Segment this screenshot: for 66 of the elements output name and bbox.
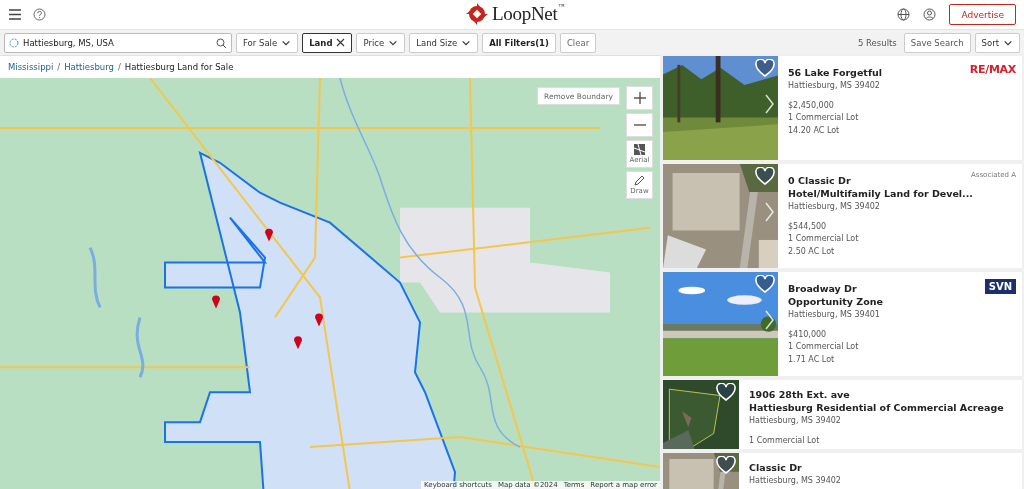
heart-icon[interactable] [716,456,736,474]
listing-address: Hattiesburg, MS 39402 [749,475,842,487]
listing-price: $544,500 [788,221,828,233]
zoom-out-button[interactable] [626,113,653,137]
listing-detail: 1 Commercial Lot [788,233,860,245]
broker-logo: SVN [984,279,1016,294]
chevron-right-icon[interactable] [765,202,774,222]
filter-dropdown[interactable]: For Sale [236,32,299,53]
heart-icon[interactable] [755,59,775,77]
breadcrumb-separator: / [118,62,121,72]
chevron-right-icon[interactable] [765,310,774,330]
breadcrumb-link[interactable]: Hattiesburg [64,62,114,72]
listing-card[interactable]: 1906 28th Ext. ave Hattiesburg Residential of Commercial Acreage Hattiesburg, MS 39402 1 Commercial Lot [663,380,1022,449]
listing-card[interactable]: Classic Dr Hattiesburg, MS 39402 [663,453,1022,489]
help-icon[interactable] [33,8,46,21]
listing-price: $410,000 [788,329,828,341]
location-icon [9,37,19,48]
filter-dropdown[interactable]: Price [356,32,406,53]
pencil-icon [634,175,645,186]
listing-address: Hattiesburg, MS 39401 [788,309,881,321]
listing-price: $2,450,000 [788,100,835,112]
listing-title[interactable]: Broadway Dr [788,282,857,295]
advertise-button[interactable]: Advertise [949,4,1016,25]
save-search-button[interactable]: Save Search [903,32,971,53]
listing-detail: 1 Commercial Lot [788,112,860,124]
clear-button[interactable]: Clear [559,32,597,53]
plus-icon [633,92,646,104]
aerial-view-icon [634,144,645,155]
listing-address: Hattiesburg, MS 39402 [788,80,881,92]
globe-icon[interactable] [897,8,911,21]
listing-title[interactable]: Hattiesburg Residential of Commercial Acreage [749,401,1004,414]
listing-card[interactable]: 56 Lake Forgetful Hattiesburg, MS 39402 $2,450,000 1 Commercial Lot 14.20 AC Lot RE/MAX [663,56,1022,160]
broker-logo: RE/MAX [969,63,1016,76]
heart-icon[interactable] [755,167,775,185]
loopnet-logo-icon[interactable] [466,3,488,25]
location-search-field[interactable]: Hattiesburg, MS, USA [4,32,232,53]
listing-title[interactable]: 1906 28th Ext. ave [749,388,850,401]
sort-dropdown[interactable]: Sort [974,32,1020,53]
breadcrumb-current: Hattiesburg Land for Sale [124,62,234,72]
listing-detail: 1.71 AC Lot [788,353,836,366]
filter-dropdown[interactable]: Land Size [409,32,479,53]
listing-title[interactable]: 0 Classic Dr [788,174,851,187]
account-icon[interactable] [923,8,937,21]
listing-title[interactable]: Classic Dr [749,461,802,474]
listing-detail: 2.50 AC Lot [788,245,836,258]
breadcrumb-separator: / [57,62,61,72]
heart-icon[interactable] [755,275,775,293]
results-count: 5 Results [857,37,897,48]
listing-detail: 1 Commercial Lot [788,341,860,353]
zoom-in-button[interactable] [626,86,653,110]
menu-icon[interactable] [8,8,22,21]
listing-card[interactable]: Broadway Dr Opportunity Zone Hattiesburg, MS 39401 $410,000 1 Commercial Lot 1.71 AC Lot SVN [663,272,1022,376]
listing-detail: 14.20 AC Lot [788,124,841,137]
close-icon[interactable] [336,38,346,47]
search-icon[interactable] [216,37,226,48]
all-filters-button[interactable]: All Filters(1) [482,32,556,53]
listing-address: Hattiesburg, MS 39402 [788,201,881,213]
listing-detail: 1 Commercial Lot [749,435,821,447]
listing-title[interactable]: Opportunity Zone [788,295,883,308]
heart-icon[interactable] [716,383,736,401]
breadcrumb-link[interactable]: Mississippi [8,62,54,72]
listing-title[interactable]: 56 Lake Forgetful [788,66,883,79]
listing-title[interactable]: Hotel/Multifamily Land for Devel... [788,187,973,200]
chevron-right-icon[interactable] [765,94,774,114]
filter-chip[interactable]: Land [302,32,353,53]
listing-address: Hattiesburg, MS 39402 [749,415,842,427]
